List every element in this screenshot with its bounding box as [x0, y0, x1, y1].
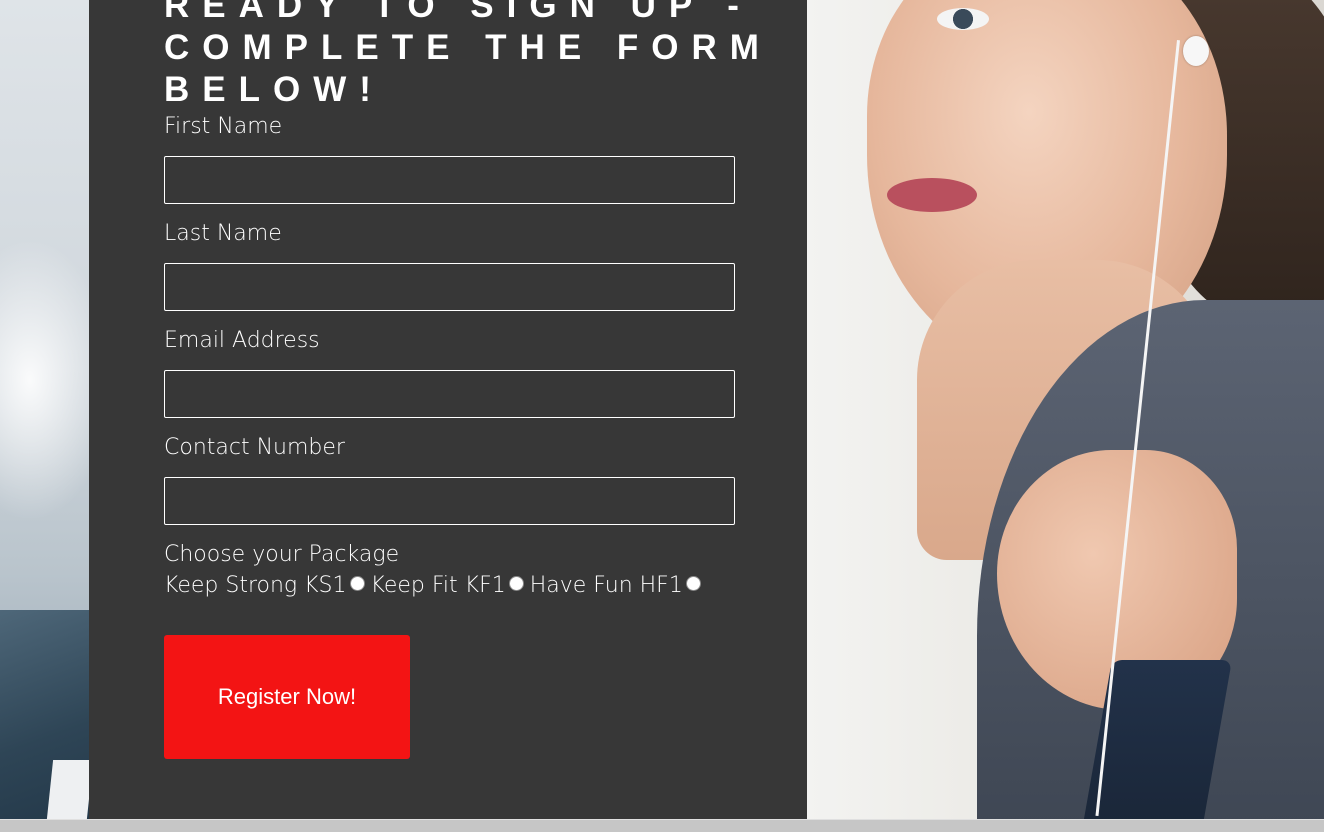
package-options: Keep Strong KS1 Keep Fit KF1 Have Fun HF… [164, 570, 707, 600]
register-now-button[interactable]: Register Now! [164, 635, 410, 759]
package-option-hf1[interactable]: Have Fun HF1 [530, 573, 701, 598]
form-heading: READY TO SIGN UP - COMPLETE THE FORM BEL… [164, 0, 772, 109]
package-option-kf1-label: Keep Fit KF1 [370, 572, 506, 598]
email-address-input[interactable] [164, 370, 735, 418]
package-option-kf1[interactable]: Keep Fit KF1 [371, 573, 524, 598]
package-ks1-radio[interactable] [349, 575, 365, 591]
horizontal-scrollbar[interactable] [0, 819, 1324, 832]
photo-lips [887, 178, 977, 212]
last-name-input[interactable] [164, 263, 735, 311]
package-option-ks1[interactable]: Keep Strong KS1 [164, 573, 365, 598]
contact-number-label: Contact Number [164, 435, 345, 460]
woman-exercising-photo [807, 0, 1324, 819]
first-name-label: First Name [164, 114, 283, 139]
first-name-input[interactable] [164, 156, 735, 204]
background-gym-equipment-highlight [46, 760, 94, 819]
contact-number-input[interactable] [164, 477, 735, 525]
signup-form-panel: READY TO SIGN UP - COMPLETE THE FORM BEL… [89, 0, 807, 819]
package-option-ks1-label: Keep Strong KS1 [164, 572, 347, 598]
package-kf1-radio[interactable] [508, 575, 524, 591]
email-address-label: Email Address [164, 328, 320, 353]
package-hf1-radio[interactable] [685, 575, 701, 591]
last-name-label: Last Name [164, 221, 282, 246]
package-label: Choose your Package [164, 542, 400, 567]
photo-earbud [1183, 36, 1209, 66]
package-option-hf1-label: Have Fun HF1 [529, 572, 683, 598]
page: READY TO SIGN UP - COMPLETE THE FORM BEL… [0, 0, 1324, 832]
photo-eye [937, 8, 989, 30]
